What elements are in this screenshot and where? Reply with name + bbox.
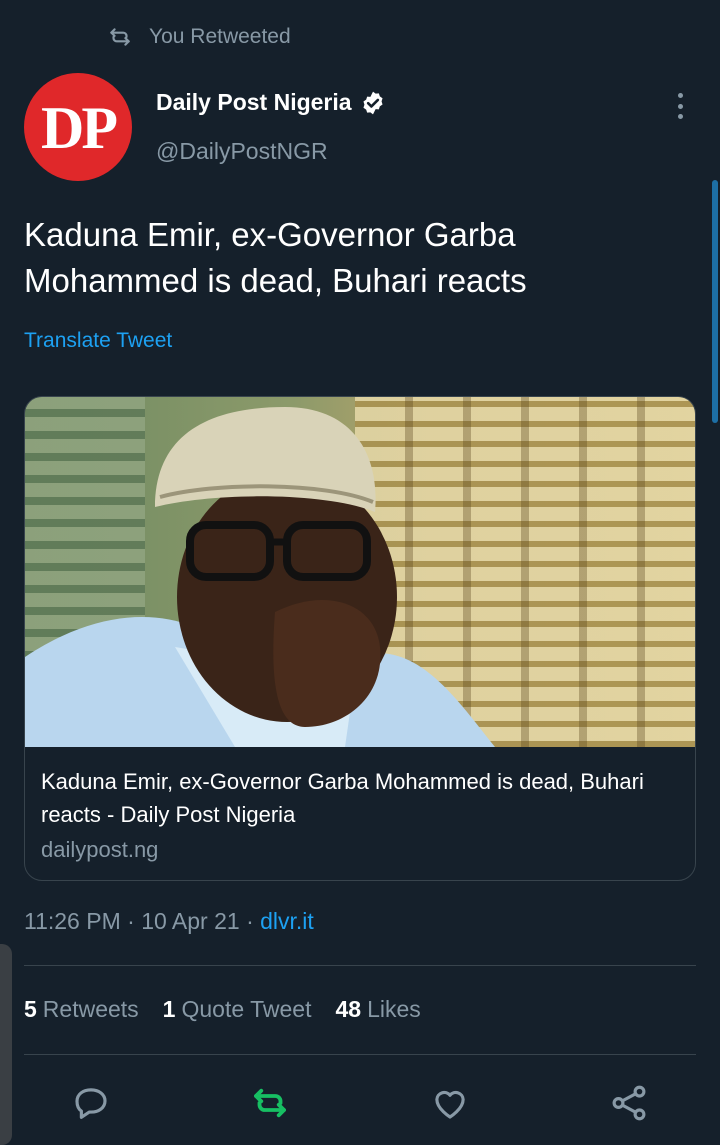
tweet-source-link[interactable]: dlvr.it [260,908,314,934]
scroll-indicator[interactable] [712,180,718,423]
edge-panel-handle[interactable] [0,944,12,1145]
divider [24,965,696,966]
link-card-domain: dailypost.ng [41,837,159,862]
verified-badge-icon [363,91,383,114]
author-name-row[interactable]: Daily Post Nigeria [156,89,386,116]
retweets-stat[interactable]: 5 Retweets [24,996,139,1023]
author-handle[interactable]: @DailyPostNGR [156,138,328,165]
tweet-actions [0,1082,720,1126]
person-photo [25,407,495,747]
author-name[interactable]: Daily Post Nigeria [156,89,352,116]
tweet-text: Kaduna Emir, ex-Governor Garba Mohammed … [24,216,527,299]
avatar[interactable]: DP [24,73,132,181]
link-card-title: Kaduna Emir, ex-Governor Garba Mohammed … [41,769,644,827]
retweet-icon [254,1088,286,1118]
share-button[interactable] [608,1082,650,1124]
retweet-button[interactable] [249,1082,291,1124]
tweet-stats: 5 Retweets 1 Quote Tweet 48 Likes [24,996,421,1023]
share-icon [612,1085,646,1121]
retweet-header: You Retweeted [107,22,291,52]
retweet-header-text: You Retweeted [149,25,291,48]
reply-button[interactable] [70,1082,112,1124]
tweet-meta: 11:26 PM · 10 Apr 21 · dlvr.it [24,908,314,934]
quote-tweets-stat[interactable]: 1 Quote Tweet [163,996,312,1023]
tweet-time: 11:26 PM [24,908,121,934]
link-card[interactable]: Kaduna Emir, ex-Governor Garba Mohammed … [24,396,696,881]
likes-stat[interactable]: 48 Likes [335,996,420,1023]
like-icon [435,1090,465,1119]
reply-icon [75,1088,107,1119]
tweet-date: 10 Apr 21 [141,908,240,934]
retweet-icon [110,28,130,46]
like-button[interactable] [429,1082,471,1124]
link-card-image[interactable] [25,397,695,747]
divider [24,1054,696,1055]
translate-tweet-link[interactable]: Translate Tweet [24,329,172,353]
more-options-icon[interactable] [668,88,692,124]
avatar-logo-text: DP [41,94,118,161]
